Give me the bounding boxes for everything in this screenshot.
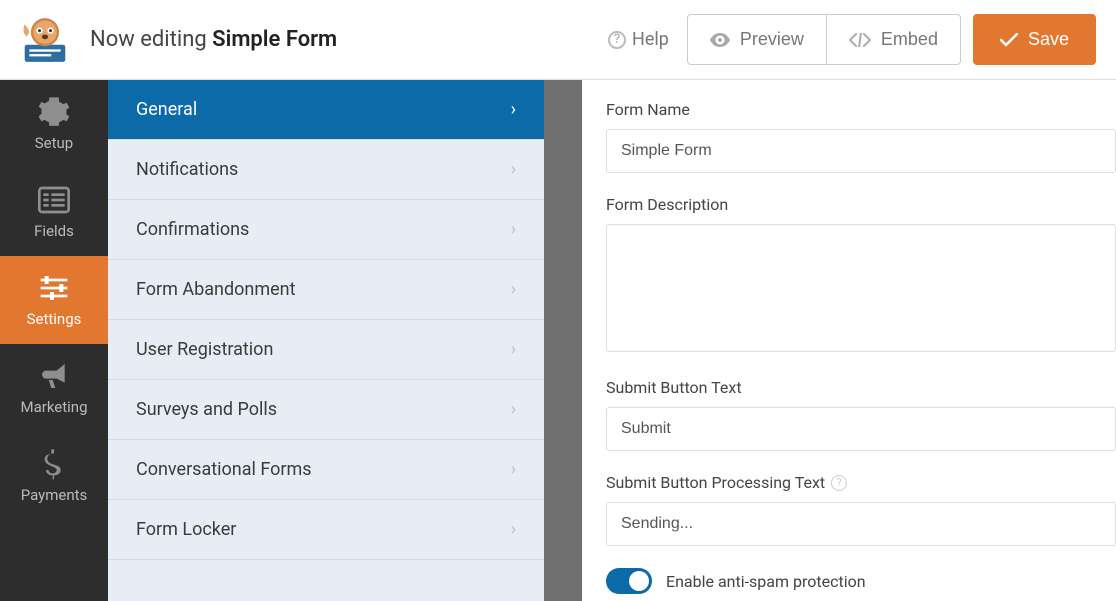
list-icon	[38, 184, 70, 216]
nav-fields[interactable]: Fields	[0, 168, 108, 256]
bullhorn-icon	[38, 360, 70, 392]
settings-row-label: Surveys and Polls	[136, 399, 277, 420]
processing-text-label: Submit Button Processing Text ?	[606, 473, 1116, 492]
settings-row-notifications[interactable]: Notifications ›	[108, 140, 544, 200]
field-antispam-toggle: Enable anti-spam protection	[606, 568, 1116, 594]
sliders-icon	[38, 272, 70, 304]
chevron-right-icon: ›	[511, 519, 516, 540]
form-description-input[interactable]	[606, 224, 1116, 352]
settings-row-label: Confirmations	[136, 219, 249, 240]
chevron-right-icon: ›	[511, 219, 516, 240]
top-bar: Now editing Simple Form ? Help Preview E…	[0, 0, 1116, 80]
settings-row-user-registration[interactable]: User Registration ›	[108, 320, 544, 380]
chevron-right-icon: ›	[511, 459, 516, 480]
preview-button[interactable]: Preview	[687, 14, 827, 65]
nav-setup-label: Setup	[35, 134, 73, 152]
nav-settings[interactable]: Settings	[0, 256, 108, 344]
settings-row-confirmations[interactable]: Confirmations ›	[108, 200, 544, 260]
field-form-name: Form Name	[606, 100, 1116, 173]
chevron-right-icon: ›	[511, 279, 516, 300]
preview-embed-group: Preview Embed	[687, 14, 961, 65]
embed-label: Embed	[881, 29, 938, 50]
settings-row-label: Conversational Forms	[136, 459, 312, 480]
nav-payments-label: Payments	[21, 486, 88, 504]
settings-row-surveys-polls[interactable]: Surveys and Polls ›	[108, 380, 544, 440]
antispam-label: Enable anti-spam protection	[666, 572, 866, 591]
help-label: Help	[632, 29, 669, 50]
form-name-label: Form Name	[606, 100, 1116, 119]
field-form-description: Form Description	[606, 195, 1116, 356]
gear-icon	[38, 96, 70, 128]
nav-setup[interactable]: Setup	[0, 80, 108, 168]
eye-icon	[710, 33, 730, 47]
chevron-right-icon: ›	[511, 159, 516, 180]
field-submit-text: Submit Button Text	[606, 378, 1116, 451]
settings-row-general[interactable]: General ›	[108, 80, 544, 140]
settings-row-conversational-forms[interactable]: Conversational Forms ›	[108, 440, 544, 500]
settings-row-label: Form Locker	[136, 519, 236, 540]
help-link[interactable]: ? Help	[608, 29, 669, 50]
nav-payments[interactable]: Payments	[0, 432, 108, 520]
check-icon	[1000, 33, 1018, 47]
nav-marketing-label: Marketing	[20, 398, 87, 416]
chevron-right-icon: ›	[511, 99, 516, 120]
settings-panel: General › Notifications › Confirmations …	[108, 80, 582, 601]
chevron-right-icon: ›	[511, 339, 516, 360]
nav-settings-label: Settings	[27, 310, 82, 328]
editing-label: Now editing Simple Form	[90, 27, 608, 52]
code-icon	[849, 33, 871, 47]
help-tooltip-icon[interactable]: ?	[831, 475, 847, 491]
editing-form-name: Simple Form	[212, 27, 337, 52]
processing-text-input[interactable]	[606, 502, 1116, 546]
embed-button[interactable]: Embed	[827, 14, 961, 65]
settings-row-label: User Registration	[136, 339, 273, 360]
app-logo	[10, 15, 80, 65]
settings-row-label: Form Abandonment	[136, 279, 295, 300]
editing-prefix: Now editing	[90, 27, 212, 52]
nav-marketing[interactable]: Marketing	[0, 344, 108, 432]
settings-row-form-locker[interactable]: Form Locker ›	[108, 500, 544, 560]
dollar-icon	[38, 448, 70, 480]
vertical-nav: Setup Fields Settings Marketing Payments	[0, 80, 108, 601]
submit-text-input[interactable]	[606, 407, 1116, 451]
nav-fields-label: Fields	[34, 222, 74, 240]
save-label: Save	[1028, 29, 1069, 50]
form-description-label: Form Description	[606, 195, 1116, 214]
wpforms-logo-icon	[20, 15, 70, 65]
field-processing-text: Submit Button Processing Text ?	[606, 473, 1116, 546]
antispam-toggle[interactable]	[606, 568, 652, 594]
save-button[interactable]: Save	[973, 14, 1096, 65]
submit-text-label: Submit Button Text	[606, 378, 1116, 397]
form-name-input[interactable]	[606, 129, 1116, 173]
settings-row-label: General	[136, 99, 197, 120]
preview-label: Preview	[740, 29, 804, 50]
main-content: Form Name Form Description Submit Button…	[582, 80, 1116, 601]
help-icon: ?	[608, 31, 626, 49]
chevron-right-icon: ›	[511, 399, 516, 420]
settings-row-form-abandonment[interactable]: Form Abandonment ›	[108, 260, 544, 320]
toggle-knob	[629, 571, 649, 591]
settings-row-label: Notifications	[136, 159, 238, 180]
settings-list: General › Notifications › Confirmations …	[108, 80, 544, 560]
